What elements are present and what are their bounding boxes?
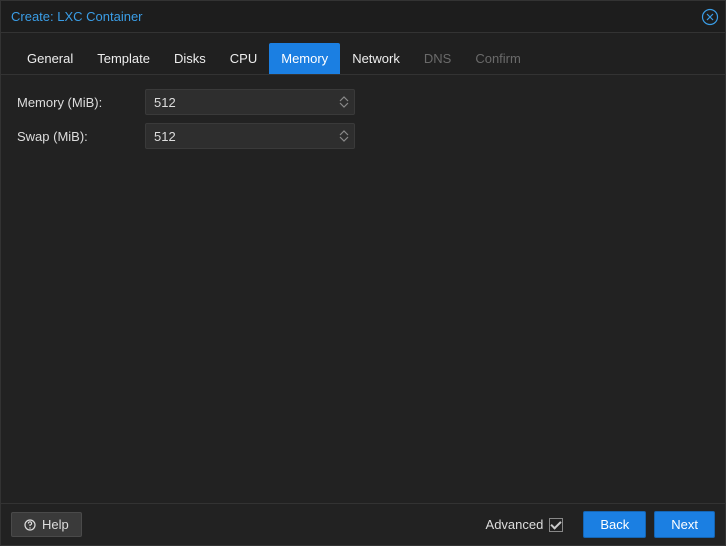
memory-spinner[interactable] [339,96,349,108]
swap-input-wrap [145,123,355,149]
titlebar: Create: LXC Container [1,1,725,33]
advanced-checkbox[interactable] [549,518,563,532]
swap-spinner[interactable] [339,130,349,142]
tab-memory[interactable]: Memory [269,43,340,74]
advanced-label: Advanced [486,517,544,532]
memory-label: Memory (MiB): [17,95,145,110]
swap-row: Swap (MiB): [17,123,709,149]
swap-label: Swap (MiB): [17,129,145,144]
dialog-window: Create: LXC Container General Template D… [0,0,726,546]
tab-cpu[interactable]: CPU [218,43,269,74]
tab-dns: DNS [412,43,463,74]
back-button[interactable]: Back [583,511,646,538]
tab-network[interactable]: Network [340,43,412,74]
tab-content: Memory (MiB): Swap (MiB): [1,75,725,503]
tab-confirm: Confirm [463,43,533,74]
advanced-toggle[interactable]: Advanced [486,517,564,532]
chevron-down-icon [339,136,349,142]
help-label: Help [42,517,69,532]
close-button[interactable] [701,8,719,26]
help-icon [24,519,36,531]
memory-row: Memory (MiB): [17,89,709,115]
memory-input-wrap [145,89,355,115]
next-button[interactable]: Next [654,511,715,538]
footer: Help Advanced Back Next [1,503,725,545]
help-button[interactable]: Help [11,512,82,537]
tab-disks[interactable]: Disks [162,43,218,74]
swap-input[interactable] [145,123,355,149]
memory-input[interactable] [145,89,355,115]
close-icon [701,8,719,26]
dialog-title: Create: LXC Container [11,9,143,24]
tab-bar: General Template Disks CPU Memory Networ… [1,33,725,75]
chevron-down-icon [339,102,349,108]
tab-template[interactable]: Template [85,43,162,74]
tab-general[interactable]: General [15,43,85,74]
